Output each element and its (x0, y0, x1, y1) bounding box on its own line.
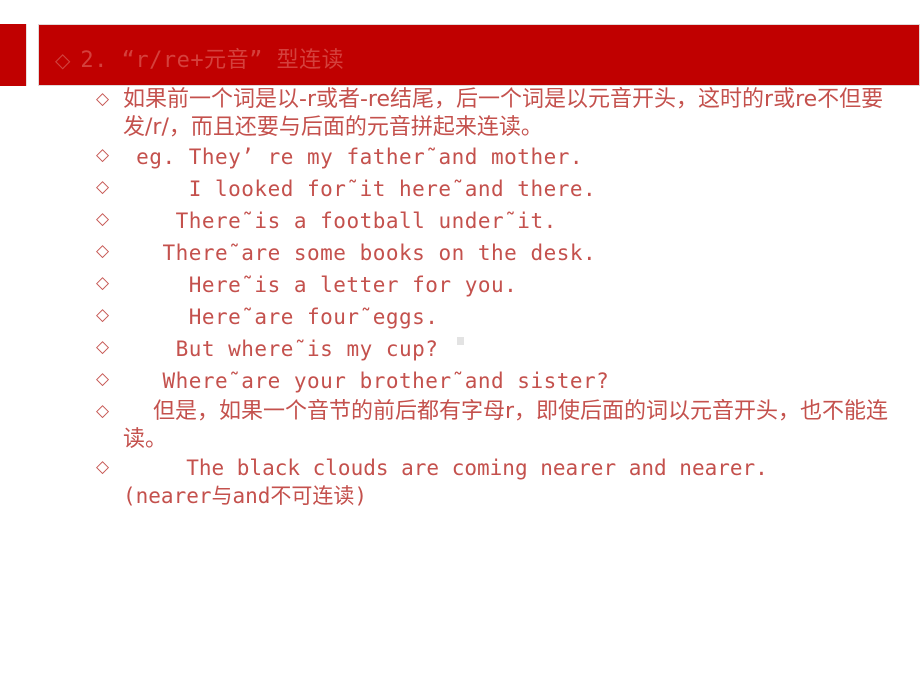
slide-body: ◇ 如果前一个词是以-r或者-re结尾，后一个词是以元音开头，这时的r或re不但… (0, 86, 920, 510)
slide-title-text: 2. “r/re+元音” 型连读 (80, 48, 345, 73)
example-5-text: Here˜is a letter for you. (123, 273, 518, 297)
diamond-bullet-icon: ◇ (96, 457, 110, 476)
diamond-bullet-icon: ◇ (96, 177, 110, 196)
example-7-text: But where˜is my cup? (123, 337, 439, 361)
exception-example-text: The black clouds are coming nearer and n… (123, 456, 768, 508)
title-banner-left-block (0, 24, 27, 86)
title-banner: ◇ 2. “r/re+元音” 型连读 (0, 24, 920, 86)
diamond-bullet-icon: ◇ (96, 305, 110, 324)
exception-paragraph-text: 但是，如果一个音节的前后都有字母r，即使后面的词以元音开头，也不能连读。 (123, 399, 889, 452)
list-item: ◇ 如果前一个词是以-r或者-re结尾，后一个词是以元音开头，这时的r或re不但… (0, 86, 920, 142)
example-4-text: There˜are some books on the desk. (123, 241, 597, 265)
list-item: ◇ 但是，如果一个音节的前后都有字母r，即使后面的词以元音开头，也不能连读。 (0, 398, 920, 454)
diamond-bullet-icon: ◇ (96, 273, 110, 292)
example-8-text: Where˜are your brother˜and sister? (123, 369, 610, 393)
slide-title: ◇ 2. “r/re+元音” 型连读 (55, 50, 344, 72)
list-item: ◇ The black clouds are coming nearer and… (0, 454, 920, 510)
list-item: ◇ There˜are some books on the desk. (0, 238, 920, 270)
list-item: ◇ eg. They’ re my father˜and mother. (0, 142, 920, 174)
diamond-bullet-icon: ◇ (96, 369, 110, 388)
list-item: ◇ Here˜is a letter for you. (0, 270, 920, 302)
diamond-bullet-icon: ◇ (96, 89, 110, 108)
slide-canvas: ◇ 2. “r/re+元音” 型连读 ◇ 如果前一个词是以-r或者-re结尾，后… (0, 0, 920, 690)
list-item: ◇ Where˜are your brother˜and sister? (0, 366, 920, 398)
example-3-text: There˜is a football under˜it. (123, 209, 557, 233)
diamond-bullet-icon: ◇ (96, 401, 110, 420)
list-item: ◇ Here˜are four˜eggs. (0, 302, 920, 334)
diamond-bullet-icon: ◇ (55, 50, 71, 72)
rule-paragraph-text: 如果前一个词是以-r或者-re结尾，后一个词是以元音开头，这时的r或re不但要发… (123, 87, 884, 140)
diamond-bullet-icon: ◇ (96, 209, 110, 228)
stray-artifact-square (457, 337, 464, 345)
diamond-bullet-icon: ◇ (96, 145, 110, 164)
list-item: ◇ There˜is a football under˜it. (0, 206, 920, 238)
diamond-bullet-icon: ◇ (96, 241, 110, 260)
list-item: ◇ I looked for˜it here˜and there. (0, 174, 920, 206)
example-1-text: eg. They’ re my father˜and mother. (123, 145, 584, 169)
example-2-text: I looked for˜it here˜and there. (123, 177, 597, 201)
diamond-bullet-icon: ◇ (96, 337, 110, 356)
example-6-text: Here˜are four˜eggs. (123, 305, 439, 329)
